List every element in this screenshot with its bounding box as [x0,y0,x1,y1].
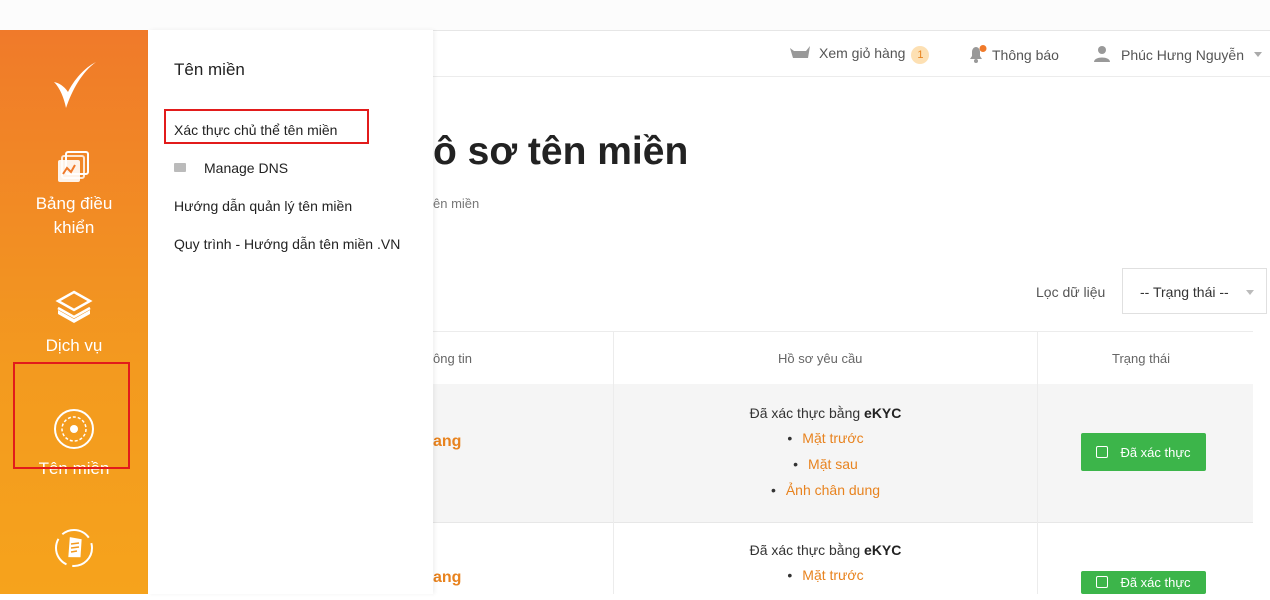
request-docs-cell: Đã xác thực bằng eKYC • Mặt trước • Mặt sa… [613,405,1038,503]
table-row: ang Đã xác thực bằng eKYC • Mặt trước • Mặ… [433,384,1253,523]
chevron-down-icon [1253,52,1262,57]
cart-count-badge: 1 [911,46,930,64]
sidebar: Bảng điều khiển Dịch vụ Tên miền [0,30,148,594]
doc-link-portrait[interactable]: • Ảnh chân dung [613,477,1038,503]
doc-link-front[interactable]: • Mặt trước [613,562,1038,588]
verified-status-button[interactable]: Đã xác thực [1081,433,1206,471]
sidebar-item-documents[interactable] [0,526,148,576]
column-divider [613,331,614,594]
sidebar-item-label: khiển [53,218,95,237]
table-row: ang Đã xác thực bằng eKYC • Mặt trước Đã … [433,523,1253,594]
user-icon [1094,46,1110,62]
bell-icon [970,45,987,63]
flyout-title: Tên miền [174,60,245,79]
status-filter-select[interactable]: -- Trạng thái -- [1122,268,1267,314]
checkbox-icon [1096,576,1109,588]
verified-status-button[interactable]: Đã xác thực [1081,571,1206,594]
browser-top-strip [0,0,1270,31]
notifications-label: Thông báo [992,47,1059,63]
domain-records-table: ông tin Hồ sơ yêu cầu Trạng thái ang Đã … [433,331,1253,594]
doc-link-front[interactable]: • Mặt trước [613,425,1038,451]
table-header-row: ông tin Hồ sơ yêu cầu Trạng thái [433,331,1253,386]
checkbox-icon [1096,445,1109,458]
flyout-link-vn-domain-process[interactable]: Quy trình - Hướng dẫn tên miền .VN [174,236,400,252]
request-docs-cell: Đã xác thực bằng eKYC • Mặt trước [613,542,1038,588]
record-name[interactable]: ang [433,433,461,451]
flyout-link-label: Manage DNS [204,160,289,176]
notifications-link[interactable]: Thông báo [966,45,1059,63]
flyout-link-domain-guide[interactable]: Hướng dẫn quản lý tên miền [174,198,352,214]
dns-icon [174,163,186,172]
cart-label: Xem giỏ hàng [819,45,906,61]
sidebar-item-dashboard[interactable]: Bảng điều khiển [0,146,148,240]
user-name: Phúc Hưng Nguyễn [1121,47,1244,63]
record-name[interactable]: ang [433,569,461,587]
filter-label: Lọc dữ liệu [1036,284,1106,300]
top-header: Xem giỏ hàng 1 Thông báo Phúc Hưng Nguyễn [433,30,1270,77]
user-menu[interactable]: Phúc Hưng Nguyễn [1093,45,1262,63]
verification-method: Đã xác thực bằng eKYC [749,542,902,558]
brand-logo-icon[interactable] [48,58,100,112]
sidebar-item-label: Bảng điều [35,194,113,213]
breadcrumb[interactable]: ên miền [433,196,479,211]
cart-link[interactable]: Xem giỏ hàng 1 [789,45,930,64]
status-filter-value: -- Trạng thái -- [1140,284,1229,300]
cart-icon [790,46,810,58]
active-nav-highlight [13,362,130,469]
sidebar-item-services[interactable]: Dịch vụ [0,288,148,358]
dashboard-icon [58,151,89,182]
column-divider [1037,331,1038,594]
column-header-info: ông tin [433,351,473,366]
doc-link-back[interactable]: • Mặt sau [613,451,1038,477]
column-header-status: Trạng thái [1112,351,1171,366]
column-header-request-docs: Hồ sơ yêu cầu [778,351,863,366]
flyout-link-manage-dns[interactable]: Manage DNS [174,160,288,176]
verification-method: Đã xác thực bằng eKYC [749,405,902,421]
chevron-down-icon [1246,290,1254,295]
flyout-item-highlight [164,109,369,144]
layers-icon [55,290,93,323]
document-cycle-icon [55,529,93,567]
sidebar-item-label: Dịch vụ [45,336,103,355]
page-title: ô sơ tên miền [433,130,689,173]
